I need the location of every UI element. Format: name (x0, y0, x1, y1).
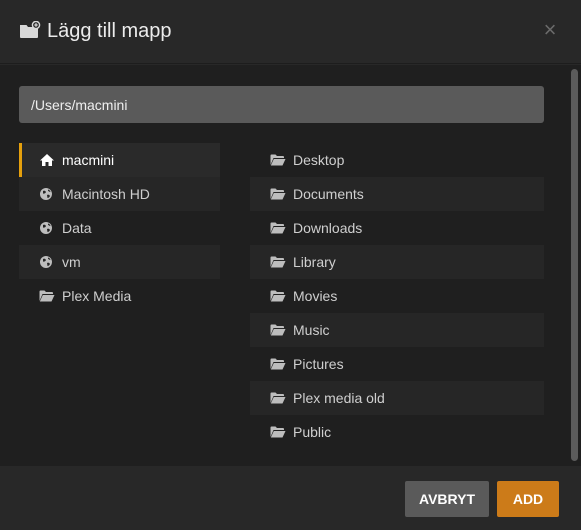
location-label: Data (62, 220, 92, 236)
scrollbar-thumb[interactable] (571, 69, 578, 461)
dialog-footer: AVBRYT ADD (0, 466, 581, 530)
folder-icon (270, 426, 286, 438)
folder-item-public[interactable]: Public (250, 415, 544, 449)
folder-icon (39, 290, 55, 302)
locations-list: macmini Macintosh HD Data vm Plex Media (19, 143, 220, 313)
location-label: Macintosh HD (62, 186, 150, 202)
globe-icon (40, 188, 52, 200)
location-item-plex-media[interactable]: Plex Media (19, 279, 220, 313)
folder-item-pictures[interactable]: Pictures (250, 347, 544, 381)
folder-label: Music (293, 322, 330, 338)
folder-item-library[interactable]: Library (250, 245, 544, 279)
folder-icon (270, 392, 286, 404)
location-item-macmini[interactable]: macmini (19, 143, 220, 177)
add-button[interactable]: ADD (497, 481, 559, 517)
folder-label: Pictures (293, 356, 344, 372)
close-icon[interactable]: × (540, 18, 560, 42)
folder-item-music[interactable]: Music (250, 313, 544, 347)
folder-item-movies[interactable]: Movies (250, 279, 544, 313)
add-folder-icon (20, 21, 41, 38)
folder-label: Library (293, 254, 336, 270)
globe-icon (40, 256, 52, 268)
folder-label: Downloads (293, 220, 363, 236)
home-icon (40, 154, 54, 166)
folder-label: Desktop (293, 152, 345, 168)
folder-icon (270, 358, 286, 370)
globe-icon (40, 222, 52, 234)
location-item-data[interactable]: Data (19, 211, 220, 245)
folder-label: Movies (293, 288, 338, 304)
folder-icon (270, 256, 286, 268)
folder-item-desktop[interactable]: Desktop (250, 143, 544, 177)
cancel-button[interactable]: AVBRYT (405, 481, 489, 517)
dialog-title: Lägg till mapp (47, 20, 172, 42)
folders-list: Desktop Documents Downloads Library Movi… (250, 143, 544, 449)
location-label: macmini (62, 152, 115, 168)
folder-label: Public (293, 424, 332, 440)
location-label: vm (62, 254, 81, 270)
add-folder-dialog: Lägg till mapp × macmini Macintosh HD (0, 0, 581, 530)
folder-icon (270, 222, 286, 234)
dialog-header: Lägg till mapp × (0, 0, 581, 64)
folder-item-plex-media-old[interactable]: Plex media old (250, 381, 544, 415)
folder-label: Plex media old (293, 390, 385, 406)
location-item-macintosh-hd[interactable]: Macintosh HD (19, 177, 220, 211)
folder-label: Documents (293, 186, 364, 202)
location-label: Plex Media (62, 288, 132, 304)
path-input[interactable] (19, 86, 544, 123)
folder-item-downloads[interactable]: Downloads (250, 211, 544, 245)
folder-icon (270, 188, 286, 200)
folder-icon (270, 154, 286, 166)
folder-icon (270, 324, 286, 336)
folder-item-documents[interactable]: Documents (250, 177, 544, 211)
location-item-vm[interactable]: vm (19, 245, 220, 279)
dialog-body: macmini Macintosh HD Data (0, 65, 581, 466)
folder-icon (270, 290, 286, 302)
